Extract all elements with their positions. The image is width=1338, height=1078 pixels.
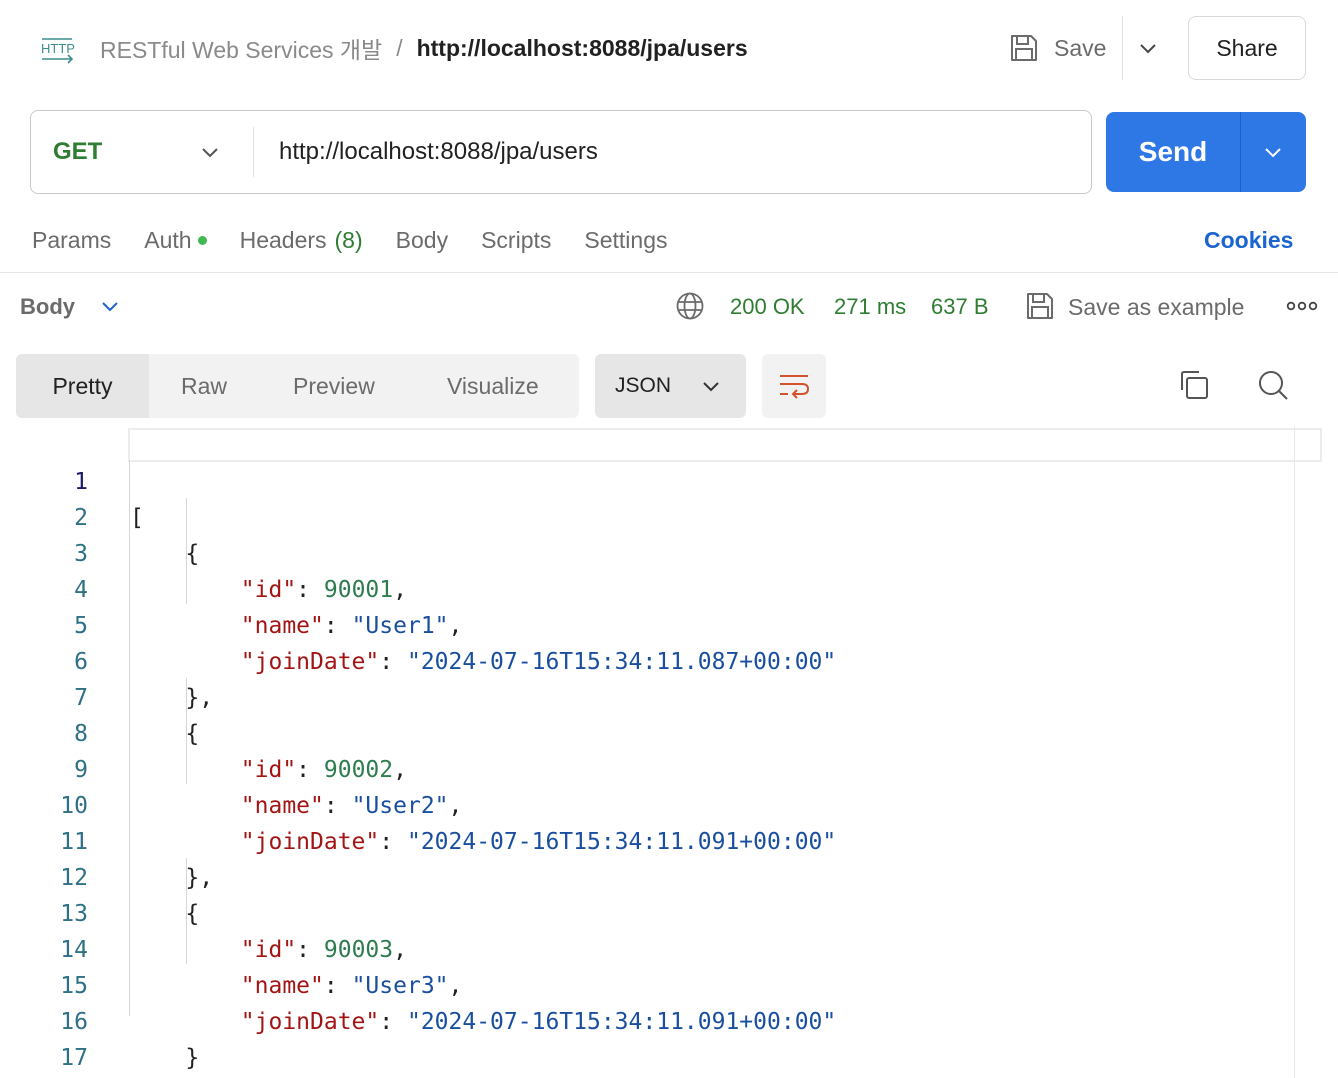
tab-auth[interactable]: Auth	[144, 226, 207, 254]
headers-count: (8)	[334, 226, 363, 253]
request-url-bar: GET	[30, 110, 1092, 194]
response-section-select[interactable]: Body	[20, 290, 75, 324]
copy-icon[interactable]	[1177, 368, 1211, 402]
save-as-example-button[interactable]: Save as example	[1068, 290, 1244, 324]
request-tabs: Params Auth Headers (8) Body Scripts Set…	[32, 222, 700, 258]
tab-preview[interactable]: Preview	[293, 354, 375, 418]
code-line: 3 "id": 90001,	[0, 500, 1338, 603]
format-label: JSON	[615, 374, 672, 397]
code-line: 15 "joinDate": "2024-07-16T15:34:11.091+…	[0, 932, 1338, 1035]
code-line: 4 "name": "User1",	[0, 536, 1338, 639]
auth-status-dot-icon	[197, 235, 207, 245]
send-button-group: Send	[1106, 112, 1306, 192]
save-icon	[1011, 35, 1037, 61]
search-icon[interactable]	[1256, 368, 1290, 402]
wrap-lines-button[interactable]	[762, 354, 826, 418]
code-line: 1 [	[0, 428, 1338, 531]
send-options-chevron-down-icon[interactable]	[1260, 139, 1286, 165]
code-line: 2 {	[0, 464, 1338, 567]
save-example-icon	[1027, 293, 1053, 319]
save-button[interactable]: Save	[1008, 26, 1106, 70]
response-view-tabs: Pretty Raw Preview Visualize	[16, 354, 579, 418]
code-line: 16 }	[0, 968, 1338, 1071]
request-title[interactable]: http://localhost:8088/jpa/users	[417, 35, 748, 62]
send-button[interactable]: Send	[1106, 112, 1240, 192]
breadcrumb: RESTful Web Services 개발 / http://localho…	[100, 30, 748, 66]
http-request-icon: HTTP	[41, 38, 75, 64]
tab-raw[interactable]: Raw	[181, 354, 227, 418]
tab-pretty[interactable]: Pretty	[16, 354, 149, 418]
tab-visualize[interactable]: Visualize	[447, 354, 539, 418]
method-divider	[253, 127, 254, 177]
response-time[interactable]: 271 ms	[834, 290, 906, 324]
request-header: HTTP RESTful Web Services 개발 / http://lo…	[0, 0, 1338, 96]
code-line: 10 "joinDate": "2024-07-16T15:34:11.091+…	[0, 752, 1338, 855]
more-options-icon[interactable]	[1286, 296, 1318, 316]
globe-icon[interactable]	[675, 291, 705, 321]
status-code[interactable]: 200 OK	[730, 290, 805, 324]
url-input[interactable]	[279, 131, 1069, 173]
cookies-link[interactable]: Cookies	[1204, 222, 1293, 258]
code-line: 12 {	[0, 824, 1338, 927]
save-options-chevron-down-icon[interactable]	[1134, 34, 1162, 62]
method-select[interactable]: GET	[53, 111, 102, 193]
tab-headers-label: Headers	[239, 226, 327, 253]
response-body-editor[interactable]: 1 [ 2 { 3 "id": 90001, 4 "name": "User1"…	[0, 426, 1338, 1078]
code-brace: }	[185, 1045, 200, 1071]
breadcrumb-separator: /	[396, 34, 403, 61]
code-line: 13 "id": 90003,	[0, 860, 1338, 963]
format-select[interactable]: JSON	[595, 354, 746, 418]
tab-auth-label: Auth	[144, 226, 192, 253]
code-line: 7 {	[0, 644, 1338, 747]
code-line: 9 "name": "User2",	[0, 716, 1338, 819]
method-chevron-down-icon[interactable]	[197, 139, 223, 165]
code-line: 11 },	[0, 788, 1338, 891]
tab-settings[interactable]: Settings	[584, 227, 667, 254]
code-line: 14 "name": "User3",	[0, 896, 1338, 999]
format-chevron-down-icon	[703, 382, 719, 392]
send-divider	[1240, 112, 1241, 192]
tab-headers[interactable]: Headers (8)	[240, 227, 363, 254]
svg-text:HTTP: HTTP	[41, 41, 75, 56]
divider	[0, 272, 1338, 273]
code-line: 8 "id": 90002,	[0, 680, 1338, 783]
code-line: 6 },	[0, 608, 1338, 711]
response-section-chevron-down-icon[interactable]	[98, 294, 122, 318]
code-line: 17 ]	[0, 1004, 1338, 1071]
save-divider	[1122, 16, 1123, 80]
response-size[interactable]: 637 B	[931, 290, 989, 324]
code-text: }	[130, 1040, 199, 1076]
breadcrumb-collection[interactable]: RESTful Web Services 개발	[100, 31, 382, 65]
share-button[interactable]: Share	[1188, 16, 1306, 80]
line-number: 17	[60, 1045, 88, 1071]
tab-params[interactable]: Params	[32, 227, 111, 254]
wrap-lines-icon	[780, 375, 810, 399]
code-line: 5 "joinDate": "2024-07-16T15:34:11.087+0…	[0, 572, 1338, 675]
save-label: Save	[1054, 34, 1107, 61]
tab-scripts[interactable]: Scripts	[481, 227, 551, 254]
tab-body[interactable]: Body	[396, 227, 448, 254]
